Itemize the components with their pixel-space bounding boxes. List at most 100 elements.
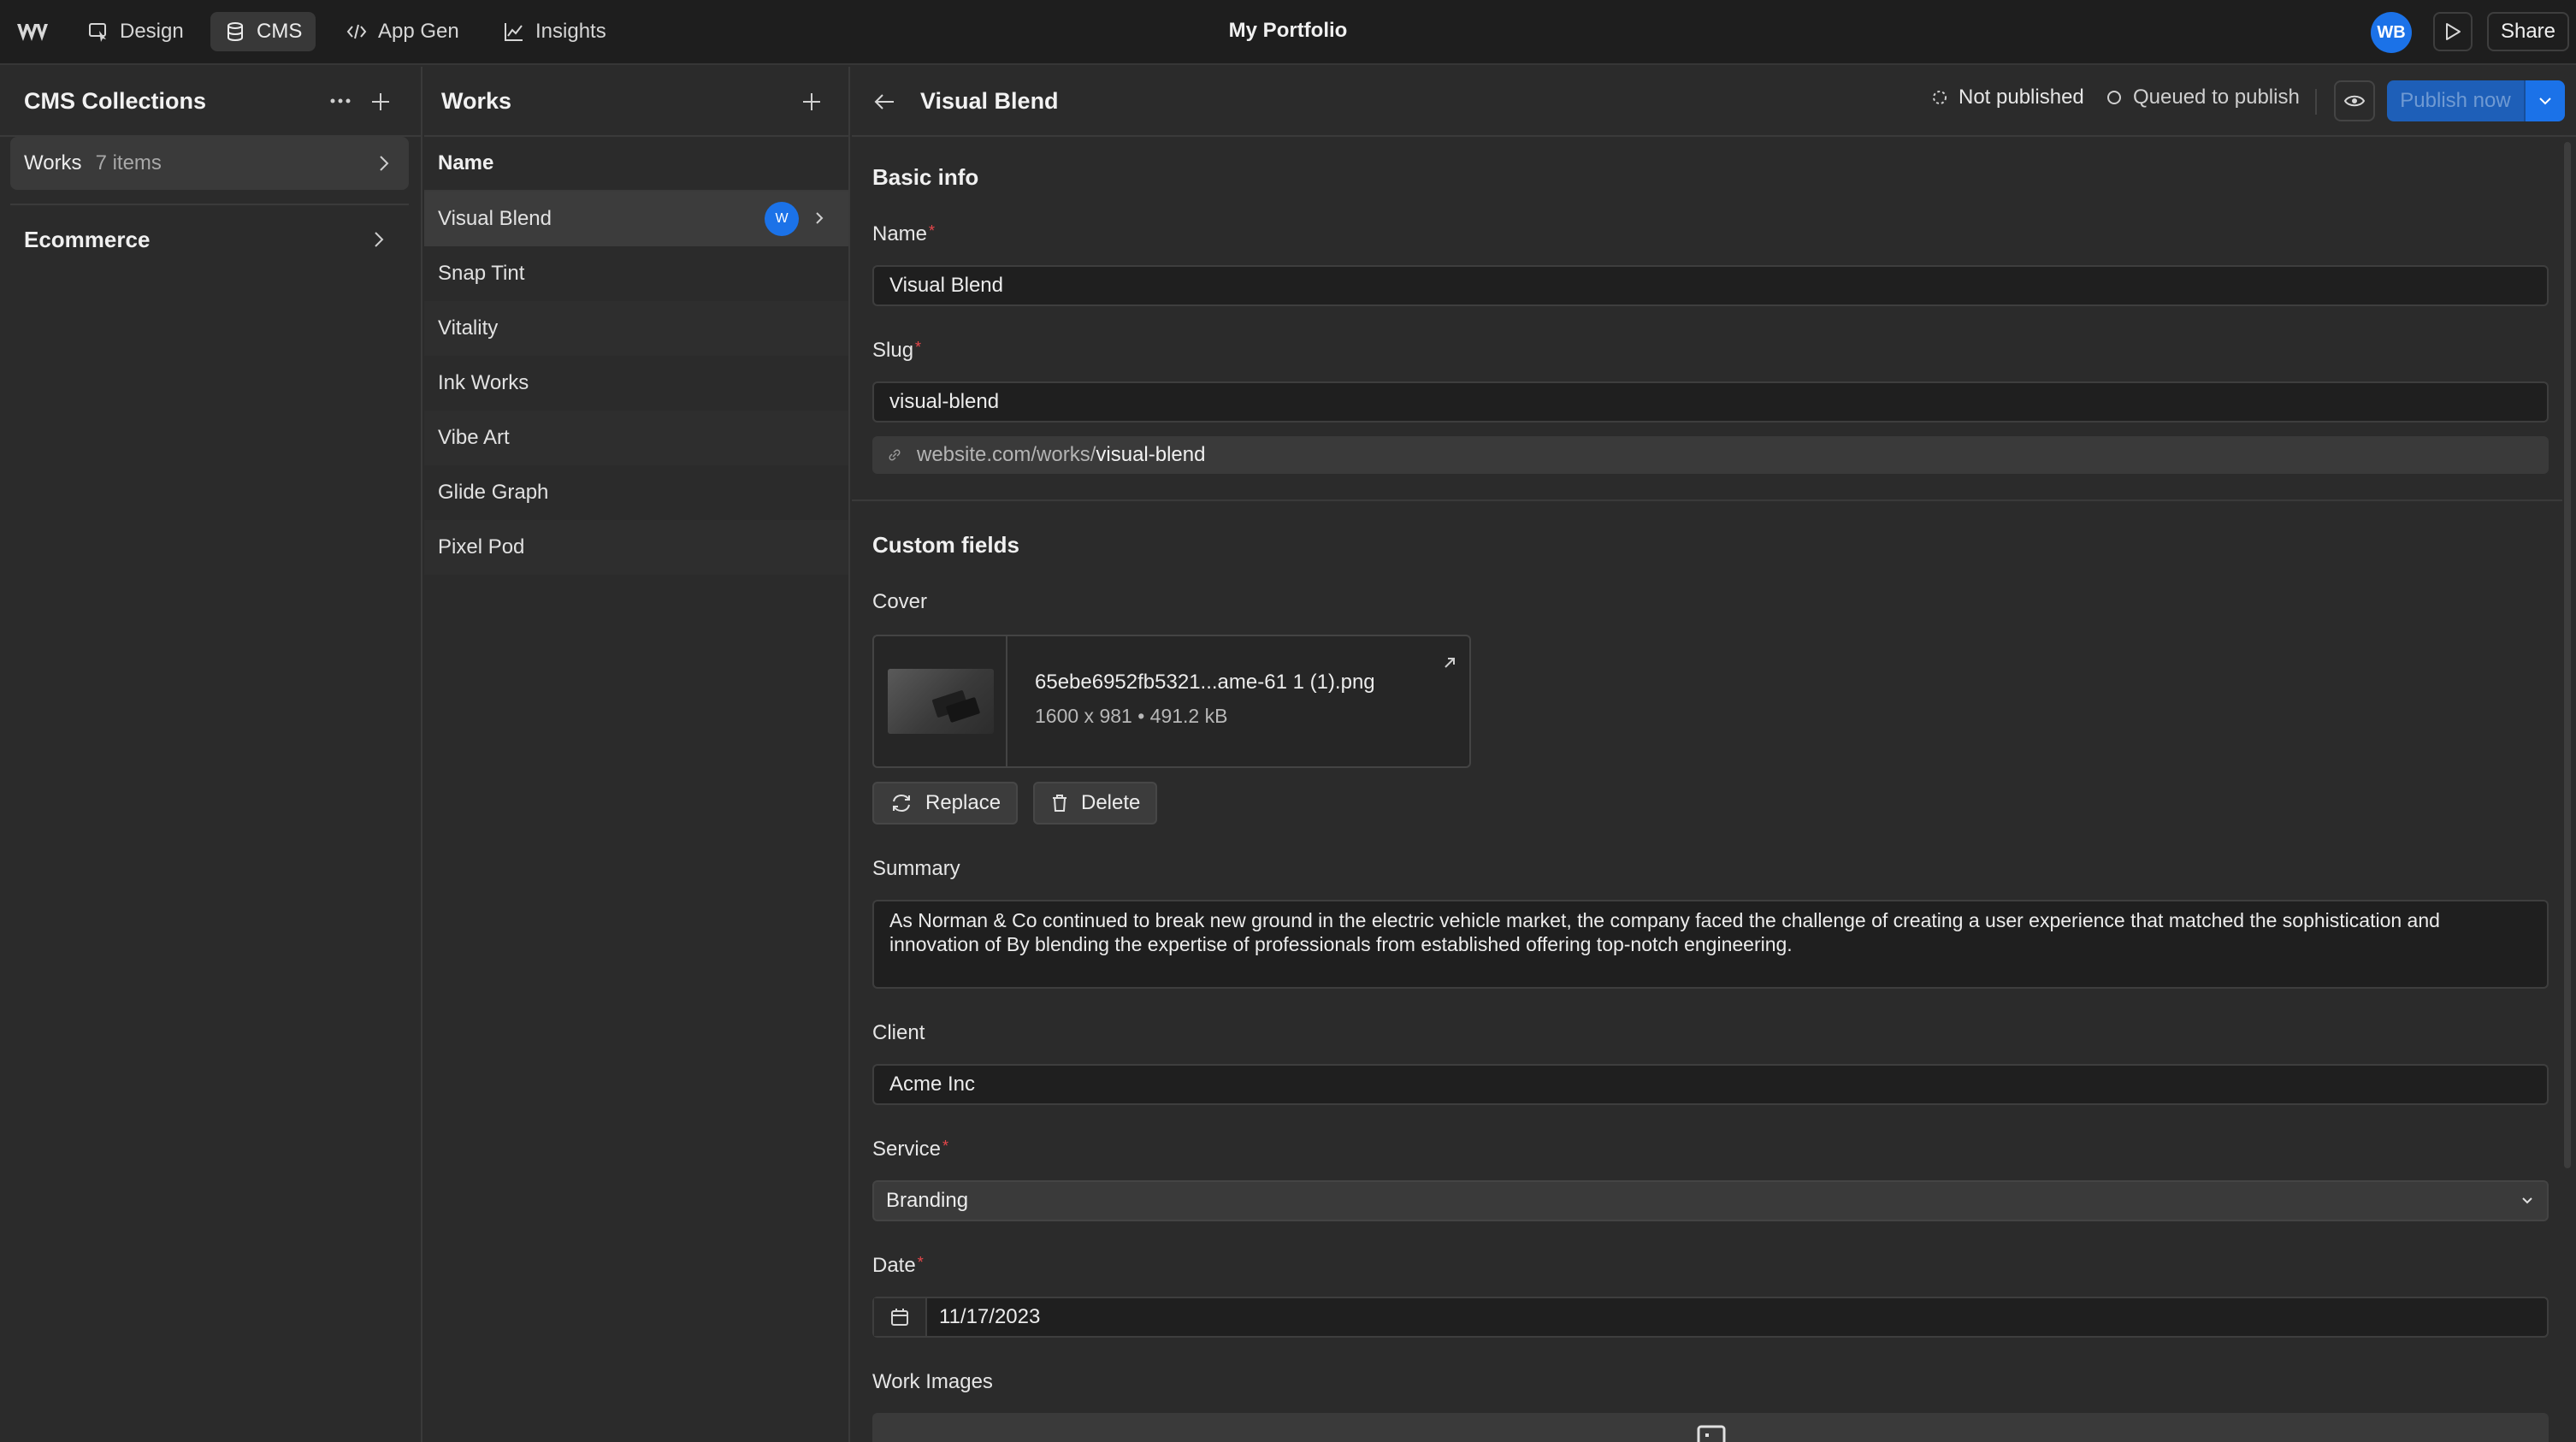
preview-button[interactable] (2433, 12, 2473, 51)
item-name: Glide Graph (438, 481, 549, 504)
publish-options-button[interactable] (2524, 80, 2565, 121)
ellipsis-icon (330, 98, 351, 103)
tab-design-label: Design (120, 20, 184, 43)
summary-field-label: Summary (872, 857, 960, 880)
name-label-text: Name (872, 222, 928, 245)
summary-field[interactable]: As Norman & Co continued to break new gr… (872, 900, 2549, 989)
works-title: Works (441, 87, 512, 114)
arrow-left-icon (874, 94, 894, 109)
publish-now-button[interactable]: Publish now (2387, 80, 2524, 121)
slug-field[interactable]: visual-blend (872, 381, 2549, 423)
tab-app-gen-label: App Gen (378, 20, 459, 43)
client-field[interactable]: Acme Inc (872, 1064, 2549, 1105)
add-item-button[interactable] (797, 87, 826, 116)
slug-url-preview: website.com/works/visual-blend (872, 436, 2549, 474)
queued-label: Queued to publish (2133, 86, 2300, 109)
item-title: Visual Blend (920, 87, 1059, 114)
share-button[interactable]: Share (2487, 12, 2569, 51)
delete-button[interactable]: Delete (1033, 782, 1158, 824)
item-name: Ink Works (438, 371, 529, 394)
list-item[interactable]: Snap Tint (424, 246, 848, 301)
required-marker: * (942, 1138, 949, 1155)
item-name: Visual Blend (438, 207, 552, 230)
dashed-circle-icon (1933, 91, 1947, 104)
collections-header: CMS Collections (0, 67, 421, 137)
list-item[interactable]: Vitality (424, 301, 848, 356)
custom-fields-title: Custom fields (872, 532, 1019, 558)
more-options-button[interactable] (327, 87, 354, 115)
design-icon (89, 23, 106, 42)
circle-icon (2107, 91, 2121, 104)
tab-app-gen[interactable]: App Gen (332, 12, 473, 51)
list-item[interactable]: Glide Graph (424, 465, 848, 520)
works-header: Works (424, 67, 848, 137)
back-button[interactable] (869, 87, 900, 116)
collection-count: 7 items (95, 151, 162, 174)
cover-thumbnail-cell (874, 636, 1007, 766)
item-name: Snap Tint (438, 262, 525, 285)
tab-design[interactable]: Design (74, 12, 198, 51)
code-icon (346, 24, 367, 39)
date-field[interactable]: 11/17/2023 (872, 1297, 2549, 1338)
collections-title: CMS Collections (24, 87, 207, 114)
external-link-icon[interactable] (1442, 655, 1457, 671)
tab-insights-label: Insights (535, 20, 606, 43)
date-field-label: Date * (872, 1254, 924, 1278)
status-queued[interactable]: Queued to publish (2106, 86, 2300, 109)
replace-label: Replace (925, 791, 1001, 814)
list-item[interactable]: Visual Blend W (424, 192, 848, 246)
collections-panel: CMS Collections Works 7 items Ecommerce (0, 67, 422, 1442)
service-field-label: Service * (872, 1138, 948, 1161)
list-item[interactable]: Pixel Pod (424, 520, 848, 575)
database-icon (227, 22, 243, 42)
cover-file-meta: 1600 x 981 • 491.2 kB (1035, 705, 1228, 727)
slug-label-text: Slug (872, 339, 914, 362)
service-label-text: Service (872, 1138, 942, 1161)
name-field-label: Name * (872, 222, 935, 246)
top-bar: Design CMS App Gen Insights My Portfolio… (0, 0, 2576, 65)
collection-name: Works (24, 151, 82, 174)
required-marker: * (915, 339, 922, 356)
chevron-right-icon (816, 212, 824, 224)
collections-divider (10, 204, 409, 205)
add-collection-button[interactable] (366, 87, 395, 116)
collection-item-works[interactable]: Works 7 items (10, 137, 409, 190)
tab-insights[interactable]: Insights (489, 12, 620, 51)
service-select[interactable]: Branding (872, 1180, 2549, 1221)
works-panel: Works Name Visual Blend W Snap Tint Vita… (424, 67, 850, 1442)
list-item[interactable]: Ink Works (424, 356, 848, 411)
link-icon (889, 449, 901, 461)
tab-cms[interactable]: CMS (210, 12, 316, 51)
tab-cms-label: CMS (257, 20, 303, 43)
required-marker: * (929, 222, 936, 239)
delete-label: Delete (1081, 791, 1141, 814)
calendar-icon (891, 1309, 908, 1326)
work-images-dropzone[interactable] (872, 1413, 2549, 1442)
editor-avatar: W (765, 202, 799, 236)
name-field[interactable]: Visual Blend (872, 265, 2549, 306)
required-marker: * (917, 1254, 924, 1271)
replace-button[interactable]: Replace (872, 782, 1019, 824)
ecommerce-section[interactable]: Ecommerce (0, 212, 422, 267)
item-name: Vibe Art (438, 426, 510, 449)
item-name: Vitality (438, 316, 499, 340)
scrollbar-thumb[interactable] (2564, 142, 2571, 1168)
preview-item-button[interactable] (2334, 80, 2375, 121)
eye-icon (2343, 95, 2366, 107)
user-avatar[interactable]: WB (2371, 12, 2412, 53)
url-slug: visual-blend (1096, 443, 1206, 466)
calendar-button[interactable] (874, 1298, 927, 1336)
editor-scrollbar[interactable] (2562, 137, 2573, 1442)
webflow-logo-icon[interactable] (15, 17, 50, 48)
column-header-name[interactable]: Name (424, 137, 848, 192)
status-not-published: Not published (1931, 86, 2084, 109)
works-list: Visual Blend W Snap Tint Vitality Ink Wo… (424, 192, 848, 575)
date-value: 11/17/2023 (939, 1305, 1041, 1328)
play-icon (2446, 23, 2461, 40)
cover-file-name: 65ebe6952fb5321...ame-61 1 (1).png (1035, 671, 1375, 694)
plus-icon (372, 93, 389, 110)
cover-image-card[interactable]: 65ebe6952fb5321...ame-61 1 (1).png 1600 … (872, 635, 1471, 768)
list-item[interactable]: Vibe Art (424, 411, 848, 465)
section-divider (852, 499, 2562, 501)
url-prefix: website.com/works/ (917, 443, 1096, 466)
